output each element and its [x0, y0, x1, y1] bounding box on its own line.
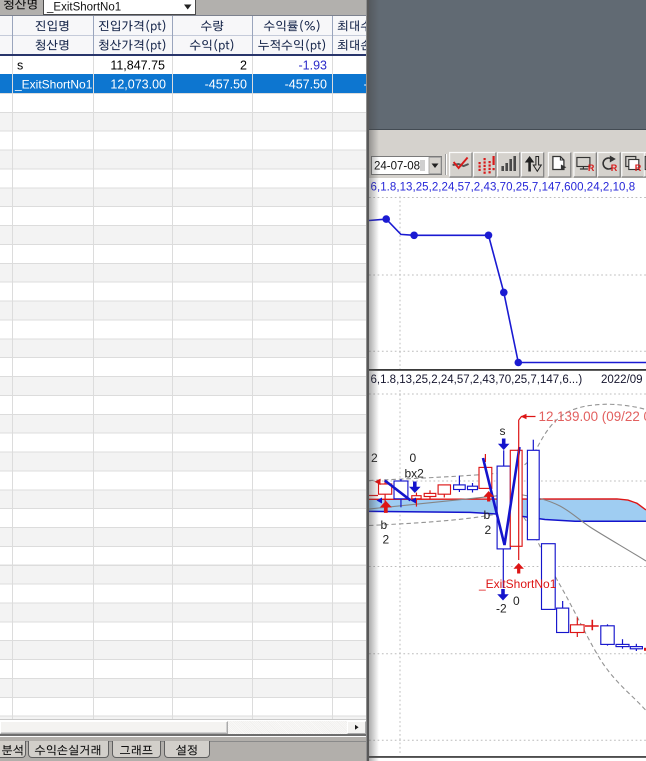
svg-text:R: R [635, 163, 642, 173]
svg-text:b: b [381, 518, 388, 532]
svg-text:_ExitShortNo1: _ExitShortNo1 [46, 2, 121, 14]
svg-text:R: R [611, 163, 618, 173]
svg-text:2: 2 [485, 523, 492, 537]
svg-text:_ExitShortNo1: _ExitShortNo1 [14, 77, 93, 91]
svg-text:12,139.00 (09/22 0: 12,139.00 (09/22 0 [539, 409, 646, 424]
svg-text:2: 2 [240, 59, 247, 73]
svg-text:s: s [17, 59, 23, 73]
svg-text:0: 0 [513, 594, 520, 608]
svg-text:-457.50: -457.50 [205, 77, 247, 91]
svg-text:2022/09: 2022/09 [601, 374, 643, 386]
svg-text:2: 2 [383, 533, 390, 547]
svg-text:24-07-08: 24-07-08 [374, 161, 420, 173]
svg-text:6,1.8,13,25,2,24,57,2,43,70,25: 6,1.8,13,25,2,24,57,2,43,70,25,7,147,600… [371, 182, 636, 194]
svg-text:11,847.75: 11,847.75 [110, 59, 165, 73]
svg-text:0: 0 [410, 451, 417, 465]
svg-text:6,1.8,13,25,2,24,57,2,43,70,25: 6,1.8,13,25,2,24,57,2,43,70,25,7,147,6..… [371, 374, 583, 386]
svg-text:R: R [588, 163, 595, 173]
svg-text:s: s [500, 424, 506, 438]
svg-text:12,073.00: 12,073.00 [110, 77, 166, 91]
svg-text:b: b [484, 508, 491, 522]
svg-text:-457.50: -457.50 [285, 77, 327, 91]
svg-text:_ExitShortNo1: _ExitShortNo1 [478, 577, 557, 591]
svg-text:bx2: bx2 [405, 467, 425, 481]
svg-text:-1.93: -1.93 [299, 59, 328, 73]
svg-text:-2: -2 [496, 602, 507, 616]
